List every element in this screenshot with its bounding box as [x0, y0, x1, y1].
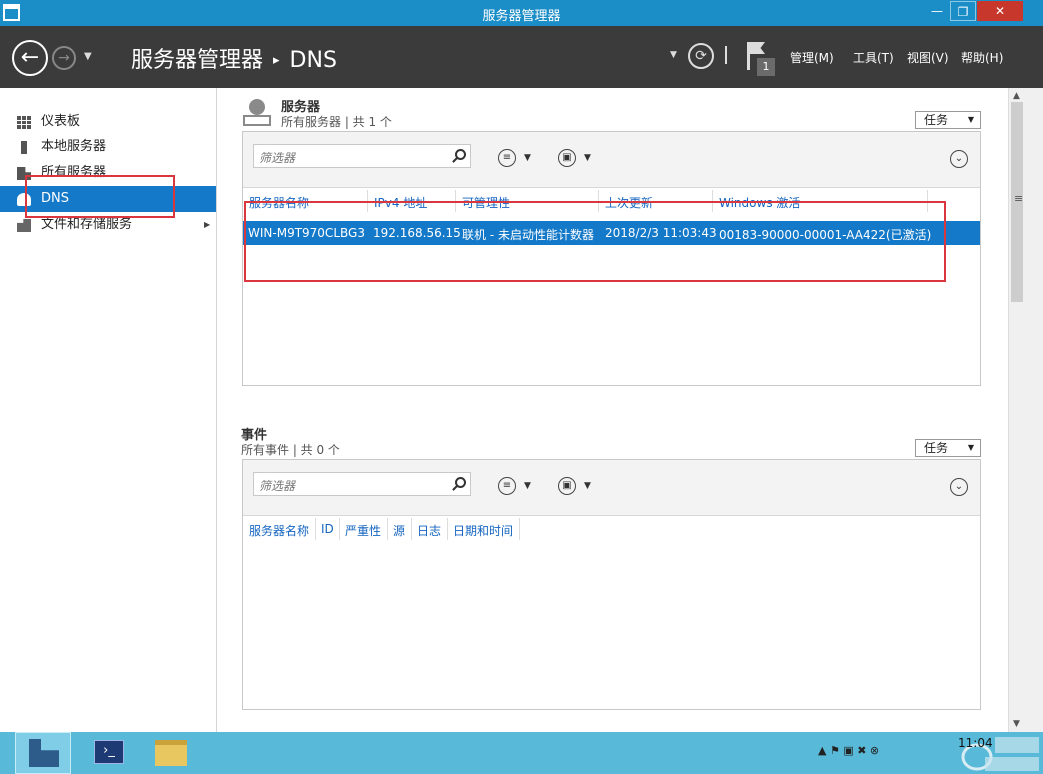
minimize-button[interactable]: — — [924, 1, 950, 21]
servers-filter-input[interactable]: 筛选器 — [253, 144, 471, 168]
breadcrumb-separator-icon: ▸ — [273, 53, 280, 68]
taskbar-powershell-icon[interactable]: ›_ — [94, 740, 124, 764]
menu-tools[interactable]: 工具(T) — [853, 49, 894, 66]
chevron-down-icon[interactable]: ▼ — [524, 481, 531, 491]
scroll-grip-icon: ≡ — [1014, 192, 1024, 205]
save-query-icon[interactable]: ▣ — [558, 477, 576, 495]
servers-toolbar: 筛选器 ≡ ▼ ▣ ▼ ⌄ — [243, 132, 980, 188]
server-manager-icon — [29, 739, 59, 767]
highlight-box-server-row — [244, 201, 946, 282]
events-subtitle: 所有事件 | 共 0 个 — [241, 443, 340, 457]
title-bar: 服务器管理器 — ❐ ✕ — [0, 0, 1043, 26]
sidebar-item-label: 仪表板 — [41, 114, 81, 129]
tasks-label: 任务 — [924, 441, 949, 455]
refresh-icon[interactable]: ⟳ — [688, 43, 714, 69]
col-log[interactable]: 日志 — [417, 522, 441, 539]
sidebar-item-local-server[interactable]: 本地服务器 — [0, 134, 216, 160]
menu-manage[interactable]: 管理(M) — [790, 49, 834, 66]
taskbar-clock[interactable]: 11:04 — [958, 736, 993, 750]
search-icon[interactable] — [455, 149, 466, 160]
servers-subtitle: 所有服务器 | 共 1 个 — [281, 115, 392, 129]
dashboard-icon — [17, 116, 31, 129]
col-severity[interactable]: 严重性 — [345, 522, 381, 539]
col-date-time[interactable]: 日期和时间 — [453, 522, 513, 539]
taskbar: ›_ — [0, 732, 1043, 774]
events-column-header: 服务器名称 ID 严重性 源 日志 日期和时间 — [243, 518, 980, 540]
servers-globe-icon — [243, 99, 271, 126]
col-server-name[interactable]: 服务器名称 — [249, 522, 309, 539]
filter-placeholder: 筛选器 — [259, 151, 296, 165]
sidebar-item-label: 本地服务器 — [41, 139, 107, 154]
window-right-edge — [1025, 88, 1043, 732]
servers-tasks-button[interactable]: 任务 ▼ — [915, 111, 981, 129]
header-dropdown-icon[interactable]: ▼ — [670, 50, 677, 60]
menu-help[interactable]: 帮助(H) — [961, 49, 1003, 66]
taskbar-server-manager[interactable] — [15, 732, 71, 774]
history-dropdown-icon[interactable]: ▼ — [84, 51, 92, 62]
maximize-button[interactable]: ❐ — [950, 1, 976, 21]
window-title: 服务器管理器 — [482, 9, 561, 24]
save-query-icon[interactable]: ▣ — [558, 149, 576, 167]
expand-chevron-icon[interactable]: ⌄ — [950, 478, 968, 496]
sidebar-item-dashboard[interactable]: 仪表板 — [0, 109, 216, 135]
list-options-icon[interactable]: ≡ — [498, 149, 516, 167]
col-source[interactable]: 源 — [393, 522, 405, 539]
local-server-icon — [21, 141, 27, 154]
menu-view[interactable]: 视图(V) — [907, 49, 949, 66]
system-tray-icons[interactable]: ▲ ⚑ ▣ ✖ ⊗ — [818, 744, 879, 757]
tasks-label: 任务 — [924, 113, 949, 127]
events-toolbar: 筛选器 ≡ ▼ ▣ ▼ ⌄ — [243, 460, 980, 516]
chevron-down-icon: ▼ — [967, 443, 974, 452]
breadcrumb: 服务器管理器 ▸ DNS — [131, 42, 337, 74]
taskbar-file-explorer-icon[interactable] — [155, 740, 187, 766]
highlight-box-dns — [25, 175, 175, 218]
events-filter-input[interactable]: 筛选器 — [253, 472, 471, 496]
chevron-down-icon[interactable]: ▼ — [584, 153, 591, 163]
back-arrow-icon[interactable]: ← — [12, 40, 48, 76]
header-bar: ← → ▼ 服务器管理器 ▸ DNS ▼ ⟳ 1 管理(M) 工具(T) 视图(V)… — [0, 26, 1043, 88]
forward-arrow-icon[interactable]: → — [52, 46, 76, 70]
chevron-down-icon[interactable]: ▼ — [524, 153, 531, 163]
scroll-down-icon[interactable]: ▼ — [1013, 719, 1020, 729]
search-icon[interactable] — [455, 477, 466, 488]
chevron-down-icon: ▼ — [967, 115, 974, 124]
events-tasks-button[interactable]: 任务 ▼ — [915, 439, 981, 457]
breadcrumb-current: DNS — [289, 48, 337, 73]
expand-chevron-icon[interactable]: ⌄ — [950, 150, 968, 168]
breadcrumb-root[interactable]: 服务器管理器 — [131, 48, 263, 73]
filter-placeholder: 筛选器 — [259, 479, 296, 493]
events-panel: 筛选器 ≡ ▼ ▣ ▼ ⌄ 服务器名称 ID 严重性 源 日志 日期和时间 — [242, 459, 981, 710]
col-id[interactable]: ID — [321, 522, 334, 536]
scroll-up-icon[interactable]: ▲ — [1013, 91, 1020, 101]
list-options-icon[interactable]: ≡ — [498, 477, 516, 495]
notification-count-badge: 1 — [757, 58, 775, 76]
expand-arrow-icon[interactable]: ▶ — [204, 212, 210, 238]
header-divider — [725, 46, 727, 64]
chevron-down-icon[interactable]: ▼ — [584, 481, 591, 491]
vertical-scrollbar[interactable]: ▲ ≡ ▼ — [1008, 88, 1025, 732]
file-storage-icon — [17, 219, 31, 232]
close-button[interactable]: ✕ — [977, 1, 1023, 21]
